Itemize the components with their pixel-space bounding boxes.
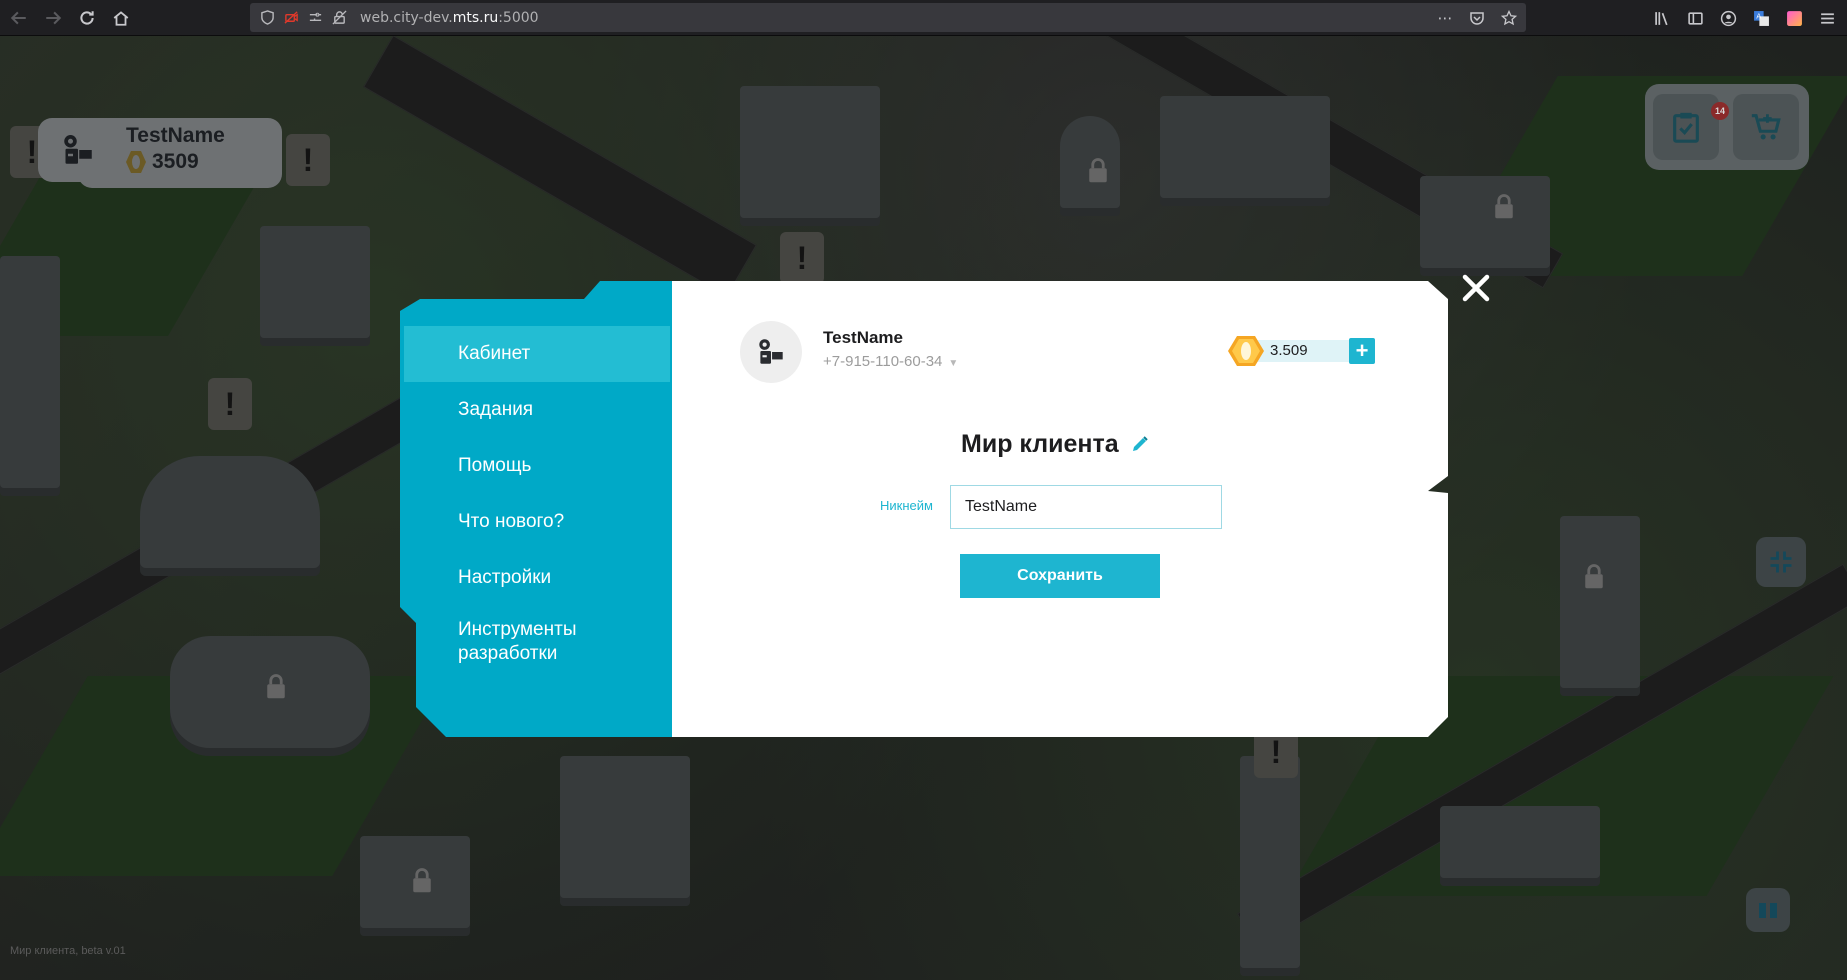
tasks-badge: 14 [1711, 102, 1729, 120]
hud-coins-value: 3509 [152, 150, 199, 173]
permissions-icon[interactable] [308, 10, 324, 26]
version-label: Мир клиента, beta v.01 [10, 945, 126, 957]
home-icon [113, 10, 129, 26]
coin-icon [1228, 336, 1264, 366]
tasks-button[interactable]: 14 [1653, 94, 1729, 160]
url-text[interactable]: web.city-dev.mts.ru:5000 [360, 10, 539, 26]
fullscreen-button[interactable] [1756, 537, 1806, 587]
pencil-icon[interactable] [1130, 434, 1150, 454]
shield-icon[interactable] [260, 10, 276, 26]
arrow-left-icon [10, 11, 26, 24]
camera-avatar-icon [64, 135, 92, 164]
hud-coins: 3509 [126, 150, 199, 174]
collapse-icon [1770, 551, 1792, 573]
profile-name: TestName [823, 328, 903, 347]
book-button[interactable] [1746, 888, 1790, 932]
balance-value: 3.509 [1270, 342, 1308, 359]
hud-player-card[interactable]: TestName 3509 [38, 88, 282, 196]
menu-item-dev-tools[interactable]: Инструменты разработки [404, 606, 634, 678]
menu-item-tasks[interactable]: Задания [404, 382, 670, 438]
reload-button[interactable] [72, 4, 102, 32]
profile-phone-value: +7-915-110-60-34 [823, 353, 943, 370]
menu-icon[interactable] [1817, 8, 1837, 28]
library-icon[interactable] [1652, 8, 1672, 28]
back-button[interactable] [4, 4, 34, 32]
menu-item-help[interactable]: Помощь [404, 438, 670, 494]
profile-phone[interactable]: +7-915-110-60-34 ▼ [823, 353, 958, 370]
coin-icon [126, 151, 146, 173]
cart-icon [1751, 114, 1781, 140]
menu-item-whats-new[interactable]: Что нового? [404, 494, 670, 550]
page-actions-icon[interactable]: ⋯ [1436, 9, 1454, 27]
forward-button[interactable] [38, 4, 68, 32]
add-coins-button[interactable]: + [1349, 338, 1375, 364]
hud-actions: 14 [1645, 84, 1809, 170]
section-title: Мир клиента [961, 430, 1119, 458]
hud-avatar[interactable] [38, 118, 118, 182]
sidebar-icon[interactable] [1685, 8, 1705, 28]
home-button[interactable] [106, 4, 136, 32]
account-icon[interactable] [1718, 8, 1738, 28]
translate-extension-icon[interactable]: A [1751, 8, 1771, 28]
bookmark-star-icon[interactable] [1500, 9, 1518, 27]
color-extension-icon[interactable] [1784, 8, 1804, 28]
side-menu: Кабинет Задания Помощь Что нового? Настр… [404, 326, 670, 678]
close-icon[interactable] [1460, 272, 1492, 304]
camera-blocked-icon[interactable] [284, 10, 300, 26]
chevron-down-icon[interactable]: ▼ [948, 358, 958, 369]
arrow-right-icon [46, 11, 62, 24]
nickname-input[interactable] [950, 485, 1222, 529]
shop-button[interactable] [1733, 94, 1799, 160]
save-button[interactable]: Сохранить [960, 554, 1160, 598]
clipboard-check-icon [1673, 112, 1699, 143]
hud-player-name: TestName [126, 124, 225, 147]
profile-avatar [740, 321, 802, 383]
book-icon [1759, 903, 1777, 918]
menu-item-settings[interactable]: Настройки [404, 550, 670, 606]
pocket-icon[interactable] [1468, 9, 1486, 27]
reload-icon [80, 10, 94, 25]
balance-widget: 3.509 + [1228, 336, 1376, 366]
browser-toolbar: web.city-dev.mts.ru:5000 ⋯ A [0, 0, 1847, 36]
menu-item-cabinet[interactable]: Кабинет [404, 326, 670, 382]
nickname-label: Никнейм [880, 498, 933, 513]
address-bar[interactable]: web.city-dev.mts.ru:5000 ⋯ [250, 3, 1526, 32]
camera-avatar-icon [759, 339, 783, 364]
connection-not-secure-icon[interactable] [332, 10, 348, 26]
